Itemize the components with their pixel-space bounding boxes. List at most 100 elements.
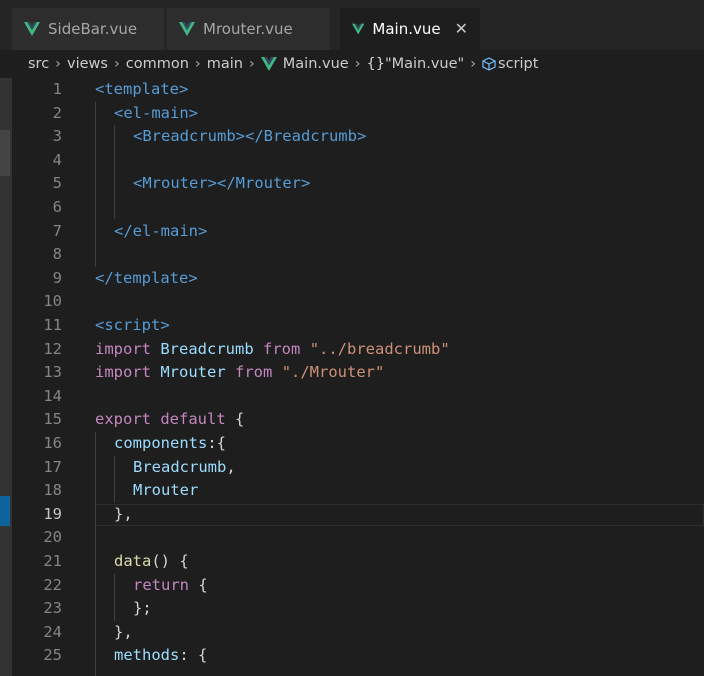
breadcrumb-item-common[interactable]: common	[126, 56, 189, 72]
line-number: 3	[52, 127, 62, 146]
tab-label: Mrouter.vue	[203, 20, 293, 38]
line-number: 5	[52, 174, 62, 193]
punctuation-token: },	[114, 622, 133, 641]
tab-main-vue[interactable]: Main.vue ✕	[340, 8, 480, 50]
code-line-2: <el-main>	[114, 102, 198, 126]
vue-file-icon	[24, 22, 40, 36]
code-line-22: return {	[133, 574, 208, 598]
identifier-token: Breadcrumb	[133, 457, 227, 476]
identifier-token: Breadcrumb	[160, 339, 254, 358]
code-line-9: </template>	[95, 267, 198, 291]
code-line-23: };	[133, 597, 152, 621]
line-number: 2	[52, 103, 62, 122]
editor-tab-bar: SideBar.vue Mrouter.vue Main.vue ✕	[0, 0, 704, 50]
breadcrumb-item-file[interactable]: Main.vue	[283, 56, 349, 72]
string-token: "./Mrouter"	[281, 363, 385, 382]
line-number: 6	[52, 198, 62, 216]
line-number: 9	[52, 268, 62, 287]
code-content[interactable]: <template> <el-main> <Breadcrumb></Bread…	[95, 78, 704, 676]
line-number: 21	[43, 552, 62, 570]
line-number: 15	[43, 410, 62, 429]
punctuation-token: ,	[226, 457, 236, 476]
breadcrumb-item-src[interactable]: src	[28, 56, 49, 72]
breadcrumb-leaf-label: script	[498, 56, 539, 72]
tag-token: <Breadcrumb>	[133, 127, 245, 146]
line-number: 11	[43, 316, 62, 334]
line-number: 22	[43, 575, 62, 594]
keyword-token: from	[263, 339, 301, 358]
line-number: 17	[43, 457, 62, 476]
breadcrumb: src › views › common › main › Main.vue ›…	[0, 50, 704, 78]
breadcrumb-item-views[interactable]: views	[67, 56, 108, 72]
code-line-18: Mrouter	[133, 479, 198, 503]
line-number: 16	[43, 434, 62, 452]
code-line-5: <Mrouter></Mrouter>	[133, 172, 310, 196]
line-number: 7	[52, 221, 62, 240]
tab-label: Main.vue	[372, 20, 441, 38]
breadcrumb-item-main[interactable]: main	[207, 56, 243, 72]
keyword-token: import	[95, 363, 151, 382]
line-number: 13	[43, 363, 62, 382]
tag-token: <script>	[95, 316, 170, 334]
braces-icon: {}	[366, 56, 385, 72]
keyword-token: export	[95, 410, 151, 429]
vue-file-icon	[179, 22, 195, 36]
close-icon[interactable]: ✕	[455, 21, 468, 37]
identifier-token: methods	[114, 646, 180, 665]
tag-token: </el-main>	[114, 221, 208, 240]
indent-guide	[114, 573, 115, 621]
code-editor[interactable]: 1 2 3 4 5 6 7 8 9 10 11 12 13 14 15 16 1…	[0, 78, 704, 676]
tag-token: <template>	[95, 80, 189, 98]
punctuation-token: {	[198, 575, 208, 594]
indent-guide	[114, 125, 115, 220]
breadcrumb-item-script[interactable]: script	[482, 56, 538, 72]
punctuation-token: () {	[151, 552, 189, 570]
breadcrumb-item-symbol[interactable]: {}"Main.vue"	[367, 56, 465, 72]
tab-mrouter-vue[interactable]: Mrouter.vue	[167, 8, 330, 50]
punctuation-token: {	[235, 410, 245, 429]
line-number: 4	[52, 150, 62, 169]
chevron-right-icon: ›	[470, 56, 477, 72]
identifier-token: Mrouter	[133, 481, 199, 500]
indent-guide	[114, 455, 115, 503]
line-number: 8	[52, 245, 62, 264]
keyword-token: import	[95, 339, 151, 358]
line-number-current: 19	[43, 504, 62, 523]
code-line-17: Breadcrumb,	[133, 456, 236, 480]
punctuation-token: };	[133, 599, 152, 618]
chevron-right-icon: ›	[354, 56, 361, 72]
code-line-21: data() {	[114, 550, 189, 574]
keyword-token: from	[235, 363, 273, 382]
indent-guide	[95, 432, 96, 676]
chevron-right-icon: ›	[113, 56, 120, 72]
tab-sidebar-vue[interactable]: SideBar.vue	[12, 8, 164, 50]
line-number: 10	[43, 292, 62, 311]
line-number: 23	[43, 599, 62, 618]
code-line-19: },	[114, 503, 133, 527]
punctuation-token: :{	[207, 434, 226, 452]
function-token: data	[114, 552, 152, 570]
keyword-token: default	[160, 410, 226, 429]
tag-token: <el-main>	[114, 103, 198, 122]
line-number: 12	[43, 339, 62, 358]
code-line-11: <script>	[95, 314, 170, 338]
indent-guide	[95, 101, 96, 267]
tag-token: </Mrouter>	[217, 174, 311, 193]
code-line-7: </el-main>	[114, 220, 207, 244]
punctuation-token: },	[114, 504, 133, 523]
symbol-label: "Main.vue"	[384, 56, 465, 72]
line-number: 14	[43, 386, 62, 405]
tag-token: <Mrouter>	[133, 174, 217, 193]
vue-file-icon	[352, 23, 365, 35]
chevron-right-icon: ›	[194, 56, 201, 72]
line-number: 18	[43, 481, 62, 500]
identifier-token: Mrouter	[160, 363, 226, 382]
punctuation-token: : {	[179, 646, 208, 665]
code-line-1: <template>	[95, 78, 188, 102]
code-line-12: import Breadcrumb from "../breadcrumb"	[95, 338, 450, 362]
code-line-24: },	[114, 621, 133, 645]
code-line-3: <Breadcrumb></Breadcrumb>	[133, 125, 366, 149]
code-line-15: export default {	[95, 408, 244, 432]
code-line-16: components:{	[114, 432, 226, 456]
cube-icon	[482, 57, 496, 71]
